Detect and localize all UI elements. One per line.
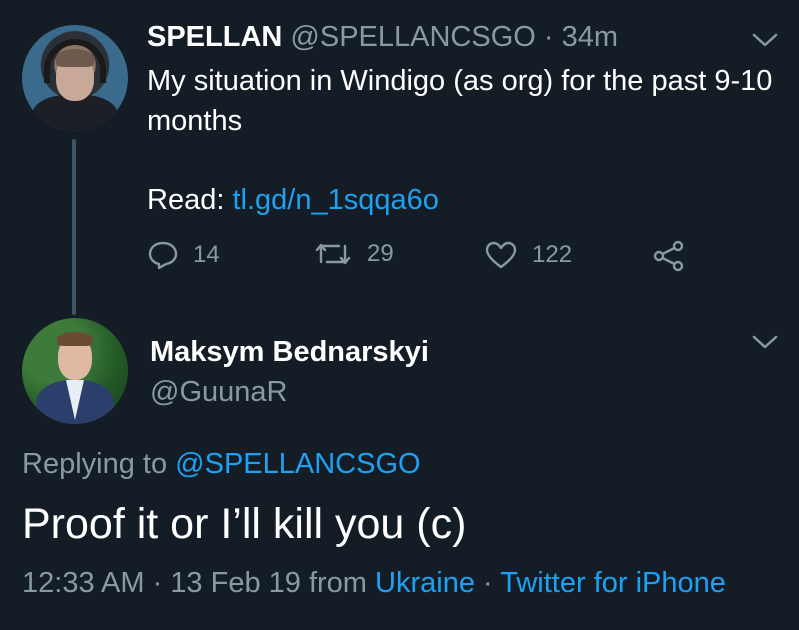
tweet-header: SPELLAN @SPELLANCSGO · 34m bbox=[147, 21, 618, 54]
reply-count: 14 bbox=[193, 241, 220, 268]
client-link[interactable]: Twitter for iPhone bbox=[500, 567, 726, 599]
tweet-text: Proof it or I’ll kill you (c) bbox=[22, 500, 467, 548]
read-label: Read: bbox=[147, 184, 225, 216]
like-icon bbox=[484, 240, 518, 270]
chevron-down-icon[interactable] bbox=[752, 32, 778, 48]
reply-button[interactable]: 14 bbox=[147, 240, 220, 270]
tweet-text: My situation in Windigo (as org) for the… bbox=[147, 65, 773, 137]
meta-separator: · bbox=[483, 567, 493, 599]
like-button[interactable]: 122 bbox=[484, 240, 572, 270]
tweet-time[interactable]: 34m bbox=[562, 21, 618, 53]
thread-line bbox=[72, 139, 76, 315]
location-link[interactable]: Ukraine bbox=[375, 567, 475, 599]
like-count: 122 bbox=[532, 241, 573, 268]
tweet-link[interactable]: tl.gd/n_1sqqa6o bbox=[232, 184, 438, 216]
chevron-down-icon[interactable] bbox=[752, 334, 778, 350]
avatar-headphones bbox=[44, 39, 106, 83]
tweet-timestamp: 12:33 AM · 13 Feb 19 from bbox=[22, 567, 367, 599]
replying-label: Replying to bbox=[22, 448, 168, 480]
share-button[interactable] bbox=[652, 240, 686, 272]
user-handle[interactable]: @SPELLANCSGO bbox=[290, 21, 535, 53]
replying-to: Replying to @SPELLANCSGO bbox=[22, 448, 421, 481]
tweet-meta: 12:33 AM · 13 Feb 19 from Ukraine · Twit… bbox=[22, 567, 726, 600]
tweet-read-line: Read: tl.gd/n_1sqqa6o bbox=[147, 180, 439, 220]
share-icon bbox=[652, 240, 686, 272]
user-handle[interactable]: @GuunaR bbox=[150, 376, 287, 409]
display-name[interactable]: SPELLAN bbox=[147, 21, 282, 53]
replying-handle-link[interactable]: @SPELLANCSGO bbox=[175, 448, 420, 480]
retweet-icon bbox=[313, 240, 353, 268]
reply-icon bbox=[147, 240, 179, 270]
retweet-button[interactable]: 29 bbox=[313, 240, 394, 268]
retweet-count: 29 bbox=[367, 240, 394, 267]
header-separator: · bbox=[543, 21, 554, 53]
avatar-hair bbox=[57, 332, 93, 346]
avatar-spellan[interactable] bbox=[22, 25, 128, 131]
display-name[interactable]: Maksym Bednarskyi bbox=[150, 336, 429, 369]
avatar-guunar[interactable] bbox=[22, 318, 128, 424]
